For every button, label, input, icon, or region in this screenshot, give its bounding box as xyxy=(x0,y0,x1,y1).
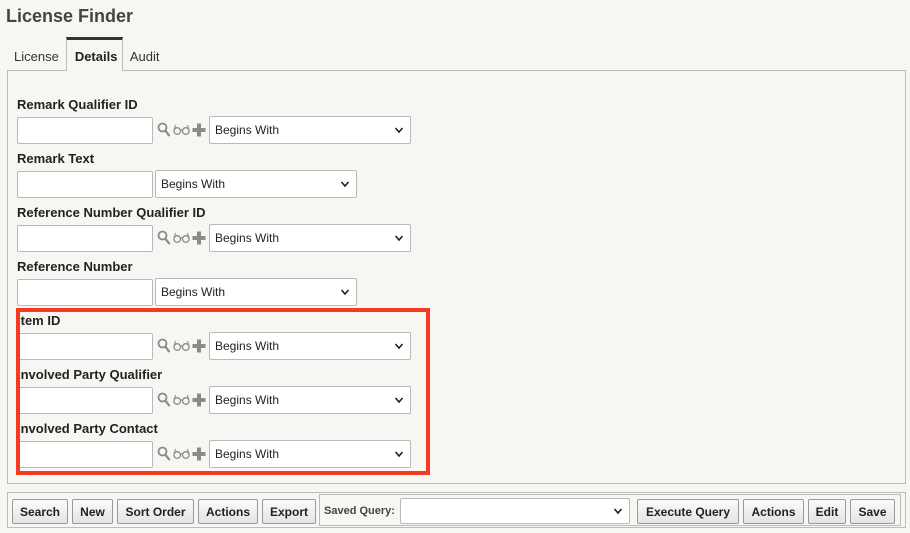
reference-number-qualifier-id-input[interactable] xyxy=(17,224,153,252)
plus-icon[interactable] xyxy=(192,123,206,137)
sort-order-button[interactable]: Sort Order xyxy=(117,499,194,524)
bottom-toolbar: Search New Sort Order Actions Export Sav… xyxy=(7,492,906,528)
plus-icon[interactable] xyxy=(192,231,206,245)
chevron-down-icon xyxy=(394,235,404,242)
field-label: Reference Number xyxy=(17,259,133,274)
edit-button[interactable]: Edit xyxy=(808,499,846,524)
field-remark-qualifier-id: Remark Qualifier ID Begins With xyxy=(17,96,411,144)
operator-select[interactable]: Begins With xyxy=(155,170,357,198)
actions-button[interactable]: Actions xyxy=(198,499,258,524)
field-label: Remark Qualifier ID xyxy=(17,97,138,112)
operator-select[interactable]: Begins With xyxy=(155,278,357,306)
glasses-icon[interactable] xyxy=(173,124,190,136)
saved-query-group: Saved Query: Execute Query Actions Edit … xyxy=(319,494,901,526)
highlight-box xyxy=(16,308,430,475)
saved-query-label: Saved Query: xyxy=(324,505,395,517)
operator-value: Begins With xyxy=(161,177,226,191)
operator-value: Begins With xyxy=(215,231,280,245)
field-remark-text: Remark Text Begins With xyxy=(17,150,357,198)
glasses-icon[interactable] xyxy=(173,232,190,244)
new-button[interactable]: New xyxy=(72,499,113,524)
page-title: License Finder xyxy=(6,6,134,26)
chevron-down-icon xyxy=(394,127,404,134)
tab-details[interactable]: Details xyxy=(65,37,123,71)
reference-number-input[interactable] xyxy=(17,278,153,306)
field-reference-number: Reference Number Begins With xyxy=(17,258,357,306)
chevron-down-icon xyxy=(340,289,350,296)
operator-value: Begins With xyxy=(161,285,226,299)
operator-value: Begins With xyxy=(215,123,280,137)
operator-select[interactable]: Begins With xyxy=(209,224,411,252)
actions-button-2[interactable]: Actions xyxy=(743,499,804,524)
remark-text-input[interactable] xyxy=(17,170,153,198)
search-icon[interactable] xyxy=(157,230,171,246)
search-icon[interactable] xyxy=(157,122,171,138)
execute-query-button[interactable]: Execute Query xyxy=(637,499,739,524)
save-button[interactable]: Save xyxy=(850,499,895,524)
tab-bar: License Details Audit xyxy=(7,37,167,71)
search-button[interactable]: Search xyxy=(12,499,68,524)
operator-select[interactable]: Begins With xyxy=(209,116,411,144)
chevron-down-icon xyxy=(340,181,350,188)
saved-query-select[interactable] xyxy=(400,498,630,524)
remark-qualifier-id-input[interactable] xyxy=(17,116,153,144)
export-button[interactable]: Export xyxy=(262,499,316,524)
field-reference-number-qualifier-id: Reference Number Qualifier ID Begins Wit… xyxy=(17,204,411,252)
field-label: Reference Number Qualifier ID xyxy=(17,205,206,220)
chevron-down-icon xyxy=(613,508,623,515)
tab-audit[interactable]: Audit xyxy=(122,38,167,71)
tab-license[interactable]: License xyxy=(7,38,66,71)
field-label: Remark Text xyxy=(17,151,95,166)
